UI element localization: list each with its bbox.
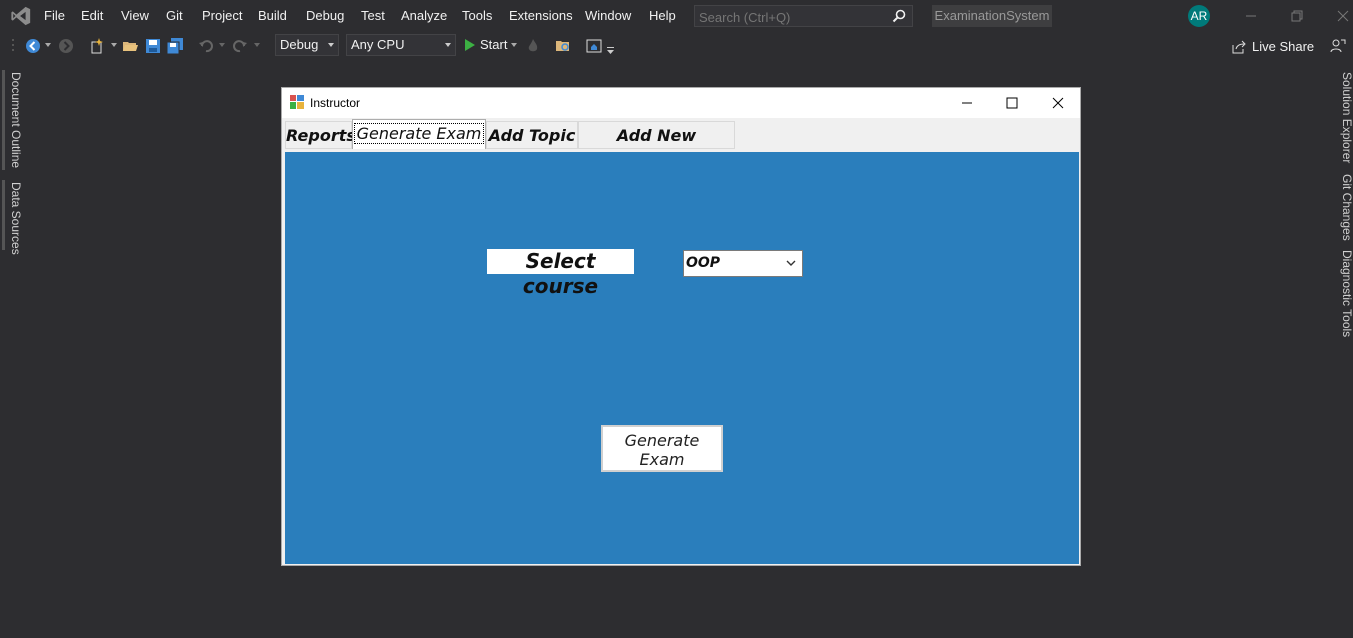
form-minimize-icon[interactable] — [959, 95, 975, 111]
configuration-value: Debug — [280, 37, 319, 52]
generate-exam-panel: Select course OOP Generate Exam — [285, 152, 1079, 564]
live-share-button[interactable]: Live Share — [1232, 39, 1314, 54]
visual-studio-logo-icon[interactable] — [10, 5, 32, 27]
tab-generate-exam-label: Generate Exam — [353, 123, 485, 144]
tab-reports[interactable]: Reports — [285, 121, 356, 149]
save-icon[interactable] — [146, 38, 160, 54]
tab-add-topic[interactable]: Add Topic — [486, 121, 578, 149]
save-all-icon[interactable] — [167, 38, 183, 54]
toolbar-overflow-icon[interactable] — [607, 47, 615, 55]
play-icon — [465, 38, 475, 51]
instructor-form[interactable]: Instructor Reports Generate Exam Add Top… — [281, 87, 1081, 566]
menu-git[interactable]: Git — [166, 8, 183, 23]
feedback-icon[interactable] — [1330, 38, 1346, 54]
form-titlebar[interactable]: Instructor — [282, 88, 1080, 118]
solution-name-badge[interactable]: ExaminationSystem — [932, 5, 1052, 27]
navigate-back-icon[interactable] — [25, 38, 41, 54]
search-input[interactable] — [695, 6, 881, 28]
menu-view[interactable]: View — [121, 8, 149, 23]
open-folder-icon[interactable] — [122, 38, 138, 54]
form-maximize-icon[interactable] — [1004, 95, 1020, 111]
new-dropdown-icon[interactable] — [111, 42, 117, 58]
course-select[interactable]: OOP — [683, 250, 803, 277]
share-icon — [1232, 40, 1246, 53]
new-project-icon[interactable] — [89, 38, 105, 54]
menu-project[interactable]: Project — [202, 8, 242, 23]
search-box[interactable] — [694, 5, 913, 28]
chevron-down-icon — [328, 43, 334, 47]
configuration-select[interactable]: Debug — [275, 34, 339, 56]
menu-edit[interactable]: Edit — [81, 8, 103, 23]
platform-select[interactable]: Any CPU — [346, 34, 456, 56]
undo-dropdown-icon[interactable] — [219, 42, 225, 58]
live-share-label: Live Share — [1252, 39, 1315, 54]
toolbar-grip-icon[interactable] — [12, 39, 16, 55]
start-button[interactable]: Start — [464, 37, 518, 52]
search-icon — [892, 9, 906, 23]
designer-view-icon[interactable] — [586, 38, 602, 54]
toolbar — [0, 32, 1353, 60]
side-tab-document-outline[interactable]: Document Outline — [9, 72, 23, 168]
close-window-icon[interactable] — [1335, 8, 1351, 24]
start-dropdown-icon[interactable] — [511, 42, 518, 48]
navigate-forward-icon[interactable] — [58, 38, 74, 54]
menu-build[interactable]: Build — [258, 8, 287, 23]
side-tab-indicator — [2, 180, 5, 250]
tab-generate-exam[interactable]: Generate Exam — [352, 119, 486, 149]
menu-window[interactable]: Window — [585, 8, 631, 23]
form-close-icon[interactable] — [1050, 95, 1066, 111]
start-label: Start — [480, 37, 508, 52]
menu-analyze[interactable]: Analyze — [401, 8, 447, 23]
menu-help[interactable]: Help — [649, 8, 676, 23]
platform-value: Any CPU — [351, 37, 405, 52]
form-title: Instructor — [310, 96, 361, 110]
menu-file[interactable]: File — [44, 8, 65, 23]
menu-tools[interactable]: Tools — [462, 8, 492, 23]
side-tab-indicator — [2, 70, 5, 170]
side-tab-solution-explorer[interactable]: Solution Explorer — [1340, 72, 1353, 163]
undo-icon[interactable] — [198, 38, 214, 54]
minimize-icon[interactable] — [1243, 8, 1259, 24]
hot-reload-icon[interactable] — [527, 39, 539, 53]
generate-exam-button[interactable]: Generate Exam — [601, 425, 723, 472]
tab-strip: Reports Generate Exam Add Topic Add New … — [282, 118, 1080, 173]
course-select-value: OOP — [686, 255, 721, 271]
avatar[interactable]: AR — [1188, 5, 1210, 27]
tab-add-new-question[interactable]: Add New Question — [578, 121, 735, 173]
chevron-down-icon — [445, 43, 451, 47]
side-tab-diagnostic-tools[interactable]: Diagnostic Tools — [1340, 250, 1353, 337]
menu-extensions[interactable]: Extensions — [509, 8, 573, 23]
side-tab-data-sources[interactable]: Data Sources — [9, 182, 23, 255]
select-course-label: Select course — [487, 249, 634, 298]
redo-icon[interactable] — [232, 38, 248, 54]
restore-icon[interactable] — [1289, 8, 1305, 24]
menu-bar: File Edit View Git Project Build Debug T… — [0, 0, 1353, 32]
browse-folder-icon[interactable] — [555, 38, 571, 54]
back-dropdown-icon[interactable] — [45, 42, 51, 58]
side-tab-git-changes[interactable]: Git Changes — [1340, 174, 1353, 241]
chevron-down-icon — [786, 260, 796, 266]
menu-debug[interactable]: Debug — [306, 8, 344, 23]
form-app-icon — [290, 95, 304, 109]
menu-test[interactable]: Test — [361, 8, 385, 23]
redo-dropdown-icon[interactable] — [254, 42, 260, 58]
